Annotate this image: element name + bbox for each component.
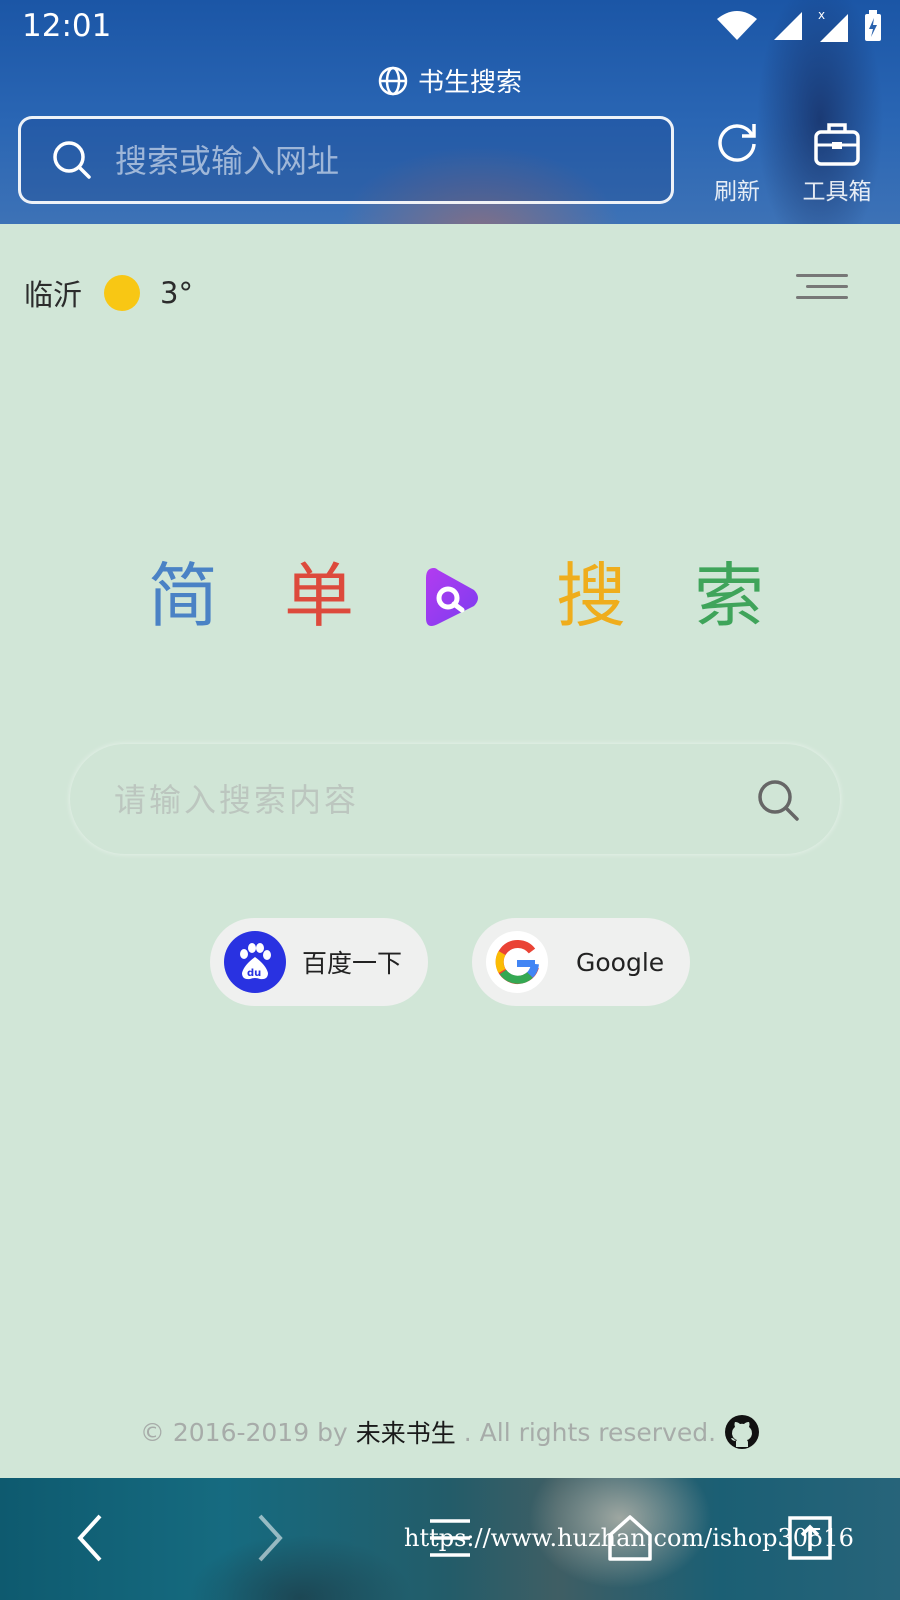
author-link[interactable]: 未来书生 [356,1414,456,1450]
toolbox-label: 工具箱 [802,179,872,205]
rights-text: . All rights reserved. [463,1417,717,1447]
menu-line [796,296,848,299]
refresh-button[interactable]: 刷新 [692,118,782,206]
baidu-paw-icon: du [224,931,286,993]
sun-icon [104,275,141,311]
page-title: 书生搜索 [417,68,522,98]
weather-city: 临沂 [24,278,83,312]
footer: © 2016-2019 by 未来书生 . All rights reserve… [0,1414,900,1450]
back-button[interactable] [50,1498,130,1578]
svg-text:x: x [818,9,825,22]
search-icon[interactable] [756,778,800,822]
browser-top-bar: 12:01 x 书生搜索 刷新 工具箱 [0,0,900,224]
signal-no-sim-icon: x [818,9,848,42]
wifi-icon [717,11,757,40]
logo-char-1: 简 [148,555,218,637]
battery-charging-icon [865,10,881,41]
logo-char-2: 单 [284,555,354,637]
globe-icon [378,66,408,95]
chevron-left-icon [77,1514,102,1562]
menu-line [806,285,848,288]
site-logo: 简 单 搜 索 [0,548,900,644]
forward-button[interactable] [230,1498,310,1578]
refresh-label: 刷新 [714,179,760,205]
github-icon[interactable] [724,1414,760,1450]
weather-temperature: 3° [160,276,193,310]
page-title-row: 书生搜索 [0,62,900,99]
copyright-text: © 2016-2019 by [139,1417,348,1447]
toolbox-button[interactable]: 工具箱 [792,118,882,206]
search-icon [53,141,91,179]
baidu-label: 百度一下 [302,949,403,978]
google-search-button[interactable]: Google [472,918,690,1006]
chevron-right-icon [258,1514,283,1562]
search-input[interactable] [112,772,696,828]
address-input[interactable] [113,133,637,189]
play-logo-icon [426,568,478,626]
toolbox-icon [814,123,860,166]
address-bar[interactable] [18,116,674,204]
signal-icon [774,12,802,40]
menu-button[interactable] [794,268,854,308]
logo-char-4: 索 [694,555,764,637]
google-label: Google [576,947,665,977]
status-time: 12:01 [22,8,112,44]
svg-text:du: du [247,968,261,979]
status-icons: x [716,8,882,44]
watermark-text: https://www.huzhan.com/ishop30516 [404,1524,854,1552]
logo-char-3: 搜 [556,555,626,637]
refresh-icon [718,124,756,162]
menu-line [796,274,848,277]
search-box[interactable] [70,744,840,854]
baidu-search-button[interactable]: du 百度一下 [210,918,428,1006]
weather-widget[interactable]: 临沂 3° [24,272,193,314]
google-icon [486,931,548,993]
